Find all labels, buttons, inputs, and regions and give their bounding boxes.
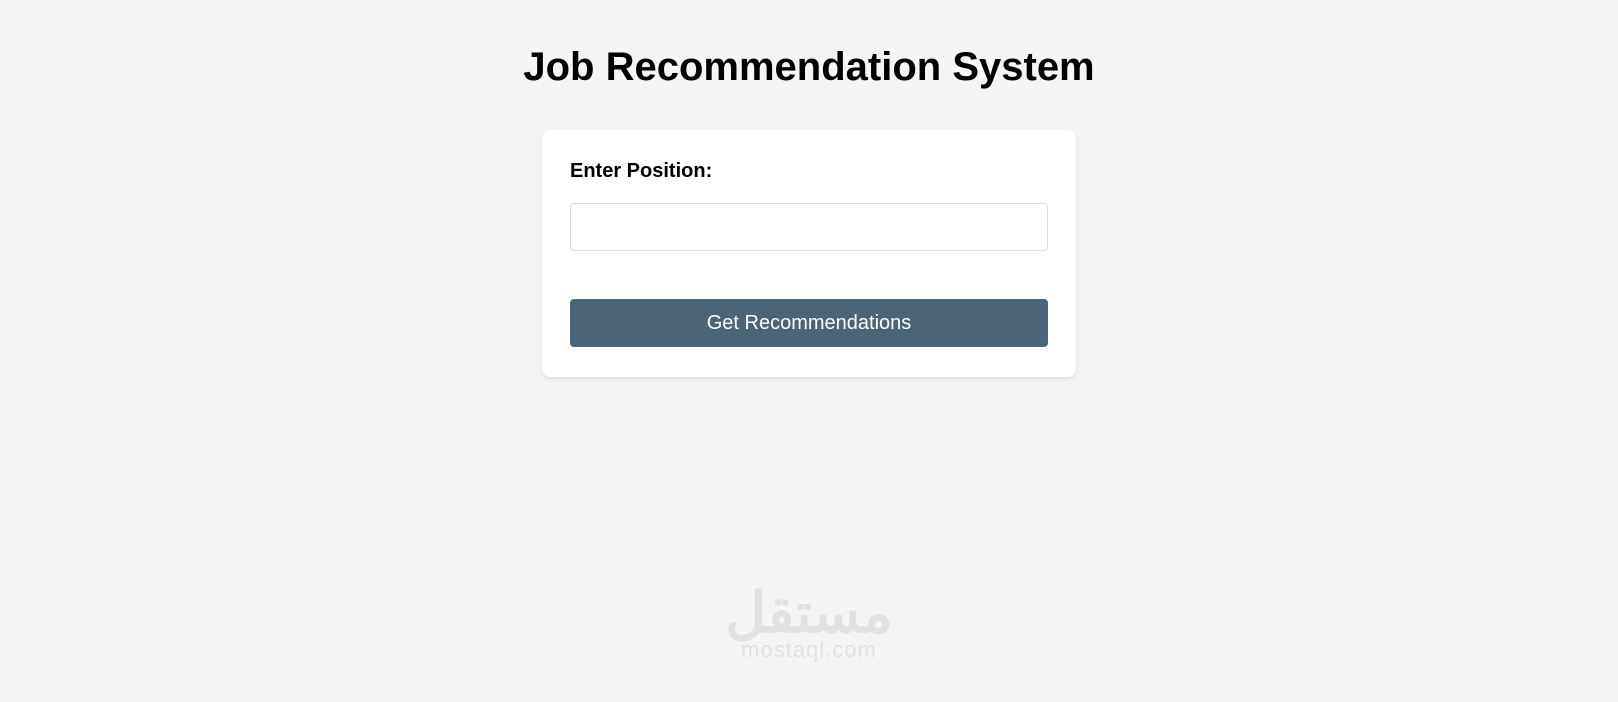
watermark-logo: مستقل mostaql.com <box>709 585 909 663</box>
position-label: Enter Position: <box>570 160 1048 183</box>
watermark-latin-text: mostaql.com <box>709 637 909 663</box>
page-title: Job Recommendation System <box>523 45 1094 90</box>
watermark-arabic-text: مستقل <box>709 585 909 641</box>
position-input[interactable] <box>570 203 1048 251</box>
get-recommendations-button[interactable]: Get Recommendations <box>570 299 1048 347</box>
recommendation-form-card: Enter Position: Get Recommendations <box>542 130 1076 377</box>
